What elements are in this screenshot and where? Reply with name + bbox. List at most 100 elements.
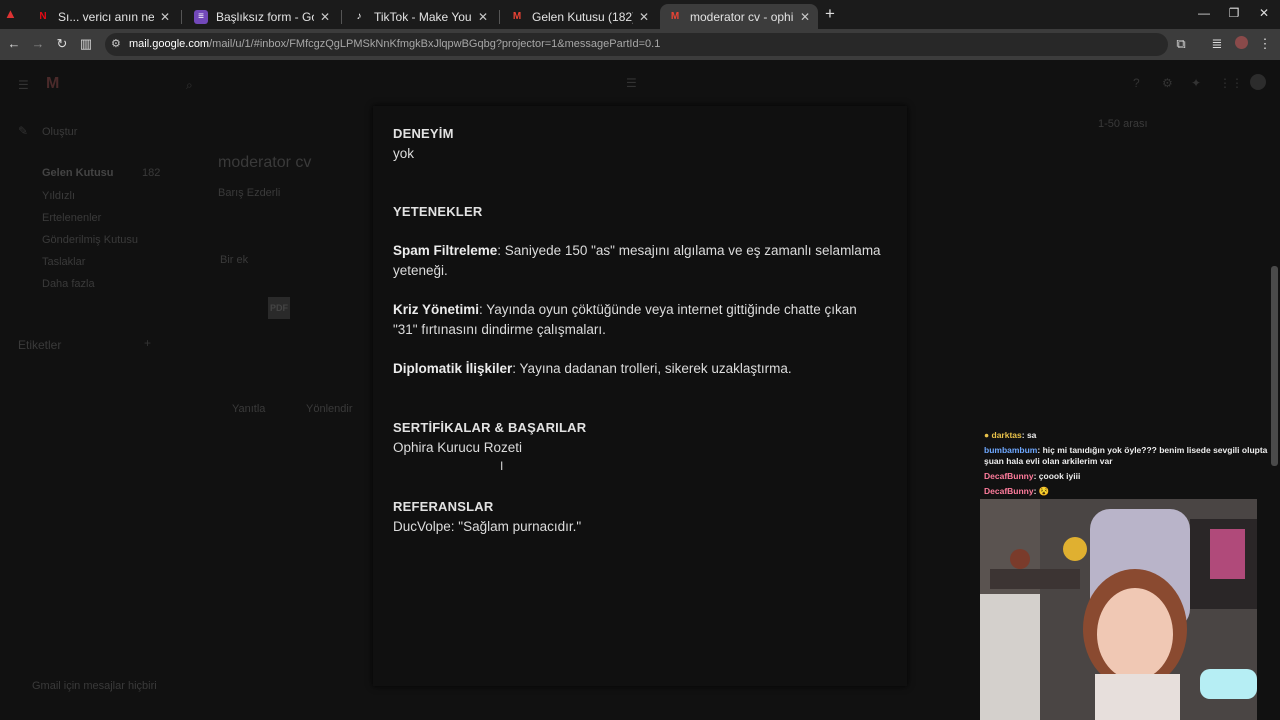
sidebar-item-starred[interactable]: Yıldızlı — [42, 190, 75, 202]
chat-user: darktas — [991, 430, 1022, 440]
reload-icon[interactable]: ↻ — [54, 36, 70, 52]
tab-3[interactable]: ♪ TikTok - Make Your Day ✕ — [344, 4, 496, 29]
tab-5-label: moderator cv - ophiraeva@gm — [690, 9, 794, 24]
close-icon[interactable]: ✕ — [800, 10, 810, 24]
media-control-icon[interactable]: ≣ — [1209, 36, 1225, 52]
tab-1-label: Sı... vericı anın nedir? — [58, 9, 154, 24]
tab-separator — [341, 10, 342, 24]
inbox-count: 182 — [142, 167, 161, 179]
tab-1[interactable]: N Sı... vericı anın nedir? ✕ — [28, 4, 178, 29]
skill-crisis: Kriz Yönetimi: Yayında oyun çöktüğünde v… — [393, 300, 883, 339]
pencil-icon: ✎ — [18, 124, 29, 138]
chat-text: : sa — [1021, 430, 1037, 440]
skill-diplomacy-text: : Yayına dadanan trolleri, sikerek uzakl… — [512, 361, 792, 376]
sidebar-item-drafts[interactable]: Taslaklar — [42, 256, 85, 268]
apps-grid-icon[interactable]: ⋮⋮ — [1219, 76, 1243, 90]
close-icon[interactable]: ✕ — [639, 10, 649, 24]
webcam-feed — [980, 499, 1257, 720]
skill-diplomacy: Diplomatik İlişkiler: Yayına dadanan tro… — [393, 359, 883, 379]
back-icon[interactable]: ← — [6, 36, 22, 52]
forward-button[interactable]: Yönlendir — [306, 403, 352, 415]
tab-strip: ▲ N Sı... vericı anın nedir? ✕ ≡ Başlıks… — [0, 0, 1280, 29]
pdf-thumbnail[interactable]: PDF — [268, 297, 290, 319]
references-section: REFERANSLAR DucVolpe: "Sağlam purnacıdır… — [393, 497, 581, 536]
account-avatar[interactable] — [1250, 74, 1266, 90]
email-sender: Barış Ezderli — [218, 187, 281, 199]
chat-badge-icon: ● — [984, 430, 990, 440]
certificates-value: Ophira Kurucu Rozeti — [393, 439, 523, 455]
close-icon[interactable]: ✕ — [478, 10, 488, 24]
skill-spam: Spam Filtreleme: Saniyede 150 "as" mesaj… — [393, 241, 883, 280]
tab-4[interactable]: M Gelen Kutusu (182) - ulusoyipe ✕ — [502, 4, 657, 29]
sidebar-icon[interactable]: ▥ — [78, 36, 94, 52]
tab-4-label: Gelen Kutusu (182) - ulusoyipe — [532, 9, 633, 24]
search-icon[interactable]: ⌕ — [186, 78, 193, 93]
experience-value: yok — [393, 145, 415, 161]
filter-icon[interactable]: ☰ — [626, 76, 637, 90]
labels-heading: Etiketler — [18, 338, 62, 352]
close-icon[interactable]: ✕ — [160, 10, 170, 24]
reply-button[interactable]: Yanıtla — [232, 403, 265, 415]
tab-2[interactable]: ≡ Başlıksız form - Google Formlar ✕ — [186, 4, 338, 29]
url-text[interactable]: mail.google.com/mail/u/1/#inbox/FMfcgzQg… — [129, 38, 660, 50]
gmail-icon: M — [670, 11, 680, 22]
references-heading: REFERANSLAR — [393, 499, 494, 514]
sidebar-item-more[interactable]: Daha fazla — [42, 278, 95, 290]
url-path: /mail/u/1/#inbox/FMfcgzQgLPMSkNnKfmgkBxJ… — [209, 38, 661, 50]
gmail-icon: M — [512, 11, 522, 22]
stream-chat: ● darktas: sa bumbambum: hiç mi tanıdığı… — [980, 427, 1280, 501]
certificates-heading: SERTİFİKALAR & BAŞARILAR — [393, 420, 587, 435]
footer-text: Gmail için mesajlar hiçbiri — [32, 680, 157, 692]
chat-user: bumbambum — [984, 445, 1038, 455]
url-host: mail.google.com — [129, 38, 210, 50]
email-subject: moderator cv — [218, 154, 312, 171]
experience-heading: DENEYİM — [393, 126, 454, 141]
avatar[interactable] — [1233, 36, 1249, 52]
compose-button[interactable]: Oluştur — [42, 126, 77, 138]
skill-spam-title: Spam Filtreleme — [393, 243, 498, 258]
webcam-image — [980, 499, 1257, 720]
pagination-text: 1-50 arası — [1098, 118, 1148, 130]
chat-text: : 😵 — [1033, 486, 1050, 496]
add-label-icon[interactable]: + — [144, 336, 151, 350]
gemini-icon[interactable]: ✦ — [1191, 76, 1201, 90]
tab-3-label: TikTok - Make Your Day — [374, 9, 472, 24]
minimize-icon[interactable]: — — [1196, 6, 1212, 20]
chat-message: DecafBunny: 😵 — [984, 486, 1276, 497]
chat-message: bumbambum: hiç mi tanıdığın yok öyle??? … — [984, 445, 1276, 467]
new-tab-button[interactable]: + — [822, 5, 838, 23]
skill-crisis-title: Kriz Yönetimi — [393, 302, 480, 317]
chat-message: DecafBunny: çoook iyiii — [984, 471, 1276, 482]
chat-message: ● darktas: sa — [984, 430, 1276, 441]
chat-user: DecafBunny — [984, 471, 1034, 481]
google-forms-icon: ≡ — [194, 9, 208, 24]
gmail-logo-icon: M — [46, 75, 60, 92]
skills-heading: YETENEKLER — [393, 204, 483, 219]
chat-text: : çoook iyiii — [1033, 471, 1081, 481]
document-viewer[interactable]: DENEYİM yok YETENEKLER Spam Filtreleme: … — [373, 106, 907, 686]
help-icon[interactable]: ? — [1133, 76, 1140, 90]
close-window-icon[interactable]: ✕ — [1256, 6, 1272, 20]
more-menu-icon[interactable]: ⋮ — [1257, 36, 1273, 52]
sidebar-item-snoozed[interactable]: Ertelenenler — [42, 212, 101, 224]
menu-icon[interactable]: ☰ — [18, 78, 29, 92]
netflix-icon: N — [39, 11, 47, 22]
settings-icon[interactable]: ⚙ — [1162, 76, 1173, 90]
chrome-menu-icon[interactable]: ▲ — [4, 6, 20, 22]
extensions-icon[interactable]: ⧉ — [1173, 36, 1189, 52]
close-icon[interactable]: ✕ — [320, 10, 330, 24]
experience-section: DENEYİM yok — [393, 124, 454, 163]
site-info-icon[interactable]: ⚙ — [111, 37, 121, 50]
skill-diplomacy-title: Diplomatik İlişkiler — [393, 361, 513, 376]
sidebar-item-inbox[interactable]: Gelen Kutusu — [42, 167, 114, 179]
skills-section: YETENEKLER — [393, 202, 482, 222]
tab-separator — [181, 10, 182, 24]
sidebar-item-important[interactable]: Gönderilmiş Kutusu — [42, 234, 138, 246]
restore-icon[interactable]: ❐ — [1226, 6, 1242, 20]
tab-5-active[interactable]: M moderator cv - ophiraeva@gm ✕ — [660, 4, 818, 29]
forward-icon[interactable]: → — [30, 36, 46, 52]
attachment-label: Bir ek — [220, 254, 249, 266]
tiktok-icon: ♪ — [356, 11, 362, 22]
text-cursor-icon: I — [500, 459, 504, 473]
chat-user: DecafBunny — [984, 486, 1034, 496]
